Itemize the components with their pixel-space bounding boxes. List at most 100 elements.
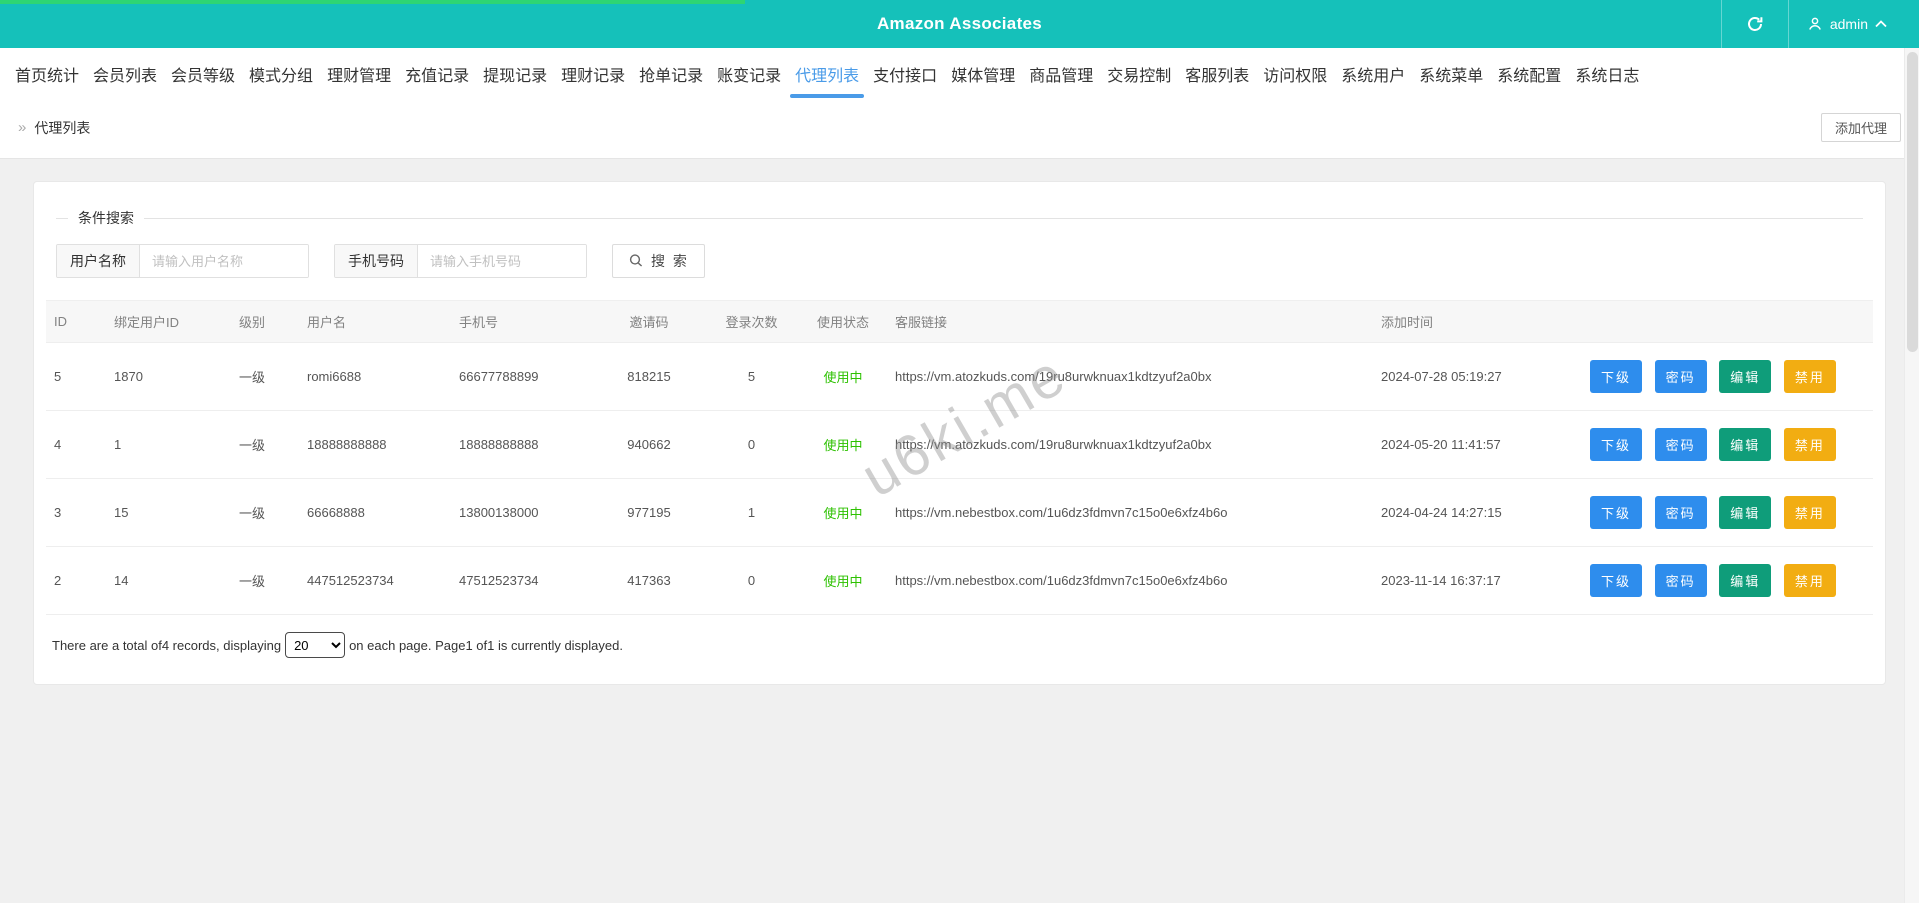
password-button[interactable]: 密码	[1654, 564, 1707, 597]
page-size-select[interactable]: 20	[285, 632, 346, 658]
search-button-label: 搜 索	[651, 253, 689, 269]
cell-id: 5	[46, 342, 106, 411]
cell-link: https://vm.nebestbox.com/1u6dz3fdmvn7c15…	[887, 546, 1373, 615]
search-fieldset: 条件搜索	[56, 208, 1863, 228]
column-header: 客服链接	[887, 300, 1373, 343]
user-icon	[1807, 16, 1823, 32]
disable-button[interactable]: 禁用	[1783, 360, 1836, 393]
sub-agent-button[interactable]: 下级	[1590, 564, 1643, 597]
status-badge: 使用中	[799, 410, 887, 479]
nav-item[interactable]: 系统日志	[1568, 62, 1646, 101]
cell-level: 一级	[231, 342, 299, 411]
cell-login_count: 0	[704, 410, 799, 479]
sub-agent-button[interactable]: 下级	[1590, 496, 1643, 529]
edit-button[interactable]: 编辑	[1719, 496, 1772, 529]
search-legend: 条件搜索	[78, 210, 134, 226]
edit-button[interactable]: 编辑	[1719, 360, 1772, 393]
nav-item[interactable]: 代理列表	[788, 62, 866, 101]
nav-item[interactable]: 媒体管理	[944, 62, 1022, 101]
cell-level: 一级	[231, 410, 299, 479]
status-badge: 使用中	[799, 546, 887, 615]
disable-button[interactable]: 禁用	[1783, 428, 1836, 461]
nav-item[interactable]: 首页统计	[8, 62, 86, 101]
cell-added_time: 2024-05-20 11:41:57	[1373, 410, 1573, 479]
nav-item[interactable]: 系统配置	[1490, 62, 1568, 101]
table-row: 2 14 一级 447512523734 47512523734 417363 …	[46, 546, 1873, 615]
phone-input[interactable]	[418, 245, 586, 277]
column-header: 手机号	[451, 300, 594, 343]
cell-invite_code: 977195	[594, 478, 704, 547]
cell-invite_code: 940662	[594, 410, 704, 479]
status-badge: 使用中	[799, 342, 887, 411]
nav-item[interactable]: 支付接口	[866, 62, 944, 101]
refresh-button[interactable]	[1720, 0, 1789, 48]
nav-item[interactable]: 系统用户	[1334, 62, 1412, 101]
nav-item[interactable]: 会员等级	[164, 62, 242, 101]
scrollbar-thumb[interactable]	[1907, 52, 1918, 352]
sub-agent-button[interactable]: 下级	[1590, 428, 1643, 461]
nav-item[interactable]: 交易控制	[1100, 62, 1178, 101]
cell-id: 3	[46, 478, 106, 547]
cell-level: 一级	[231, 546, 299, 615]
content-area: 条件搜索 用户名称 手机号码	[0, 159, 1919, 685]
agents-table: ID 绑定用户ID 级别 用户名 手机号 邀请码 登录次数 使用状态 客服链接 添加时间 5 18…	[46, 300, 1873, 615]
content-card: 条件搜索 用户名称 手机号码	[33, 181, 1886, 685]
column-header	[1573, 300, 1873, 343]
scrollbar-track[interactable]	[1904, 48, 1919, 903]
cell-bind_user_id: 15	[106, 478, 231, 547]
table-header-row: ID 绑定用户ID 级别 用户名 手机号 邀请码 登录次数 使用状态 客服链接 添加时间	[46, 300, 1873, 343]
nav-item[interactable]: 提现记录	[476, 62, 554, 101]
nav-item[interactable]: 理财记录	[554, 62, 632, 101]
search-button[interactable]: 搜 索	[612, 244, 705, 278]
breadcrumb-icon: »	[18, 119, 27, 136]
nav-item[interactable]: 系统菜单	[1412, 62, 1490, 101]
pagination-prefix: There are a total of4 records, displayin…	[52, 637, 282, 653]
username-input[interactable]	[140, 245, 308, 277]
top-header: Amazon Associates admin	[0, 0, 1919, 48]
nav-item[interactable]: 访问权限	[1256, 62, 1334, 101]
disable-button[interactable]: 禁用	[1783, 564, 1836, 597]
cell-username: 66668888	[299, 478, 451, 547]
cell-level: 一级	[231, 478, 299, 547]
table-row: 3 15 一级 66668888 13800138000 977195 1 使用…	[46, 478, 1873, 547]
add-agent-button[interactable]: 添加代理	[1820, 113, 1901, 142]
nav-item[interactable]: 充值记录	[398, 62, 476, 101]
column-header: 用户名	[299, 300, 451, 343]
nav-item[interactable]: 商品管理	[1022, 62, 1100, 101]
username: admin	[1829, 16, 1868, 32]
edit-button[interactable]: 编辑	[1719, 428, 1772, 461]
cell-bind_user_id: 1870	[106, 342, 231, 411]
cell-added_time: 2023-11-14 16:37:17	[1373, 546, 1573, 615]
search-form: 用户名称 手机号码 搜 索	[56, 244, 1873, 278]
nav-item[interactable]: 抢单记录	[632, 62, 710, 101]
refresh-icon	[1746, 15, 1764, 33]
nav-item[interactable]: 理财管理	[320, 62, 398, 101]
nav-item[interactable]: 账变记录	[710, 62, 788, 101]
sub-header: 首页统计 会员列表 会员等级 模式分组 理财管理 充值记录 提现记录 理财记录 抢单记录 账变记录…	[0, 48, 1919, 159]
sub-agent-button[interactable]: 下级	[1590, 360, 1643, 393]
cell-id: 4	[46, 410, 106, 479]
chevron-up-icon	[1875, 20, 1887, 28]
user-menu[interactable]: admin	[1789, 0, 1905, 48]
nav-item[interactable]: 客服列表	[1178, 62, 1256, 101]
table-body: 5 1870 一级 romi6688 66677788899 818215 5 …	[46, 342, 1873, 615]
cell-added_time: 2024-07-28 05:19:27	[1373, 342, 1573, 411]
cell-phone: 13800138000	[451, 478, 594, 547]
disable-button[interactable]: 禁用	[1783, 496, 1836, 529]
column-header: 级别	[231, 300, 299, 343]
cell-phone: 18888888888	[451, 410, 594, 479]
username-input-group: 用户名称	[56, 244, 309, 278]
main-nav: 首页统计 会员列表 会员等级 模式分组 理财管理 充值记录 提现记录 理财记录 抢单记录 账变记录…	[0, 48, 1919, 101]
cell-bind_user_id: 1	[106, 410, 231, 479]
password-button[interactable]: 密码	[1654, 428, 1707, 461]
nav-item[interactable]: 模式分组	[242, 62, 320, 101]
nav-item[interactable]: 会员列表	[86, 62, 164, 101]
edit-button[interactable]: 编辑	[1719, 564, 1772, 597]
cell-username: 447512523734	[299, 546, 451, 615]
password-button[interactable]: 密码	[1654, 496, 1707, 529]
search-icon	[628, 253, 644, 269]
column-header: 使用状态	[799, 300, 887, 343]
password-button[interactable]: 密码	[1654, 360, 1707, 393]
app-title: Amazon Associates	[876, 14, 1043, 33]
cell-username: 18888888888	[299, 410, 451, 479]
